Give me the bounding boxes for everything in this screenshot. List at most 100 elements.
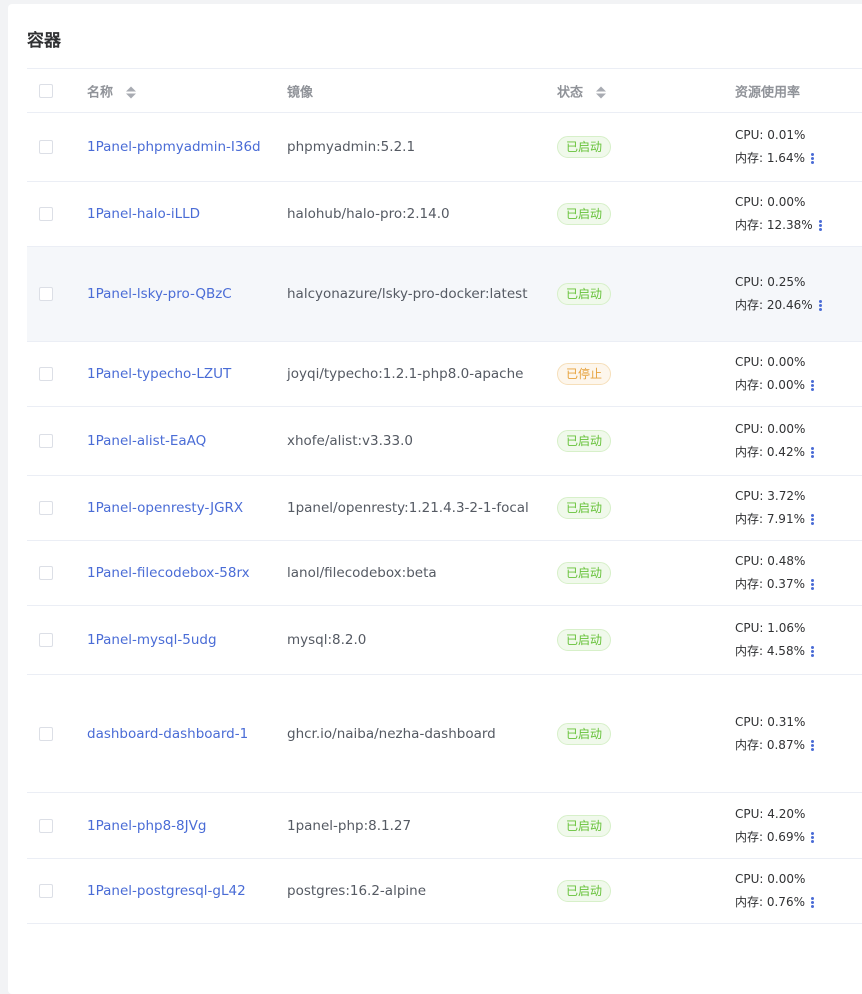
container-name-link[interactable]: 1Panel-php8-8JVg [87, 818, 206, 834]
container-image: joyqi/typecho:1.2.1-php8.0-apache [287, 366, 524, 382]
memory-usage-line: 内存: 0.42% [735, 441, 814, 464]
more-vertical-icon[interactable] [810, 380, 814, 391]
memory-usage: 内存: 7.91% [735, 512, 805, 526]
more-vertical-icon[interactable] [810, 897, 814, 908]
container-image: ghcr.io/naiba/nezha-dashboard [287, 725, 496, 742]
more-vertical-icon[interactable] [810, 831, 814, 843]
status-cell: 已启动 [557, 203, 612, 225]
container-name-link[interactable]: 1Panel-filecodebox-58rx [87, 565, 250, 581]
status-cell: 已启动 [557, 136, 612, 158]
container-image: postgres:16.2-alpine [287, 883, 427, 899]
cpu-usage: CPU: 0.00% [735, 195, 806, 209]
table-row: 1Panel-postgresql-gL42 postgres:16.2-alp… [27, 859, 862, 924]
column-header-image: 镜像 [287, 85, 314, 100]
table-row: 1Panel-lsky-pro-QBzC halcyonazure/lsky-p… [27, 247, 862, 342]
status-badge: 已启动 [557, 722, 612, 745]
row-checkbox[interactable] [39, 884, 53, 898]
memory-usage: 内存: 4.58% [735, 644, 805, 658]
more-vertical-icon[interactable] [810, 739, 814, 751]
container-name-link[interactable]: 1Panel-openresty-JGRX [87, 500, 243, 516]
cpu-usage: CPU: 0.48% [735, 554, 806, 568]
column-header-resource: 资源使用率 [735, 85, 801, 100]
select-all-checkbox[interactable] [39, 83, 53, 98]
cpu-usage: CPU: 0.25% [735, 275, 806, 289]
container-image: xhofe/alist:v3.33.0 [287, 433, 413, 449]
container-image: 1panel/openresty:1.21.4.3-2-1-focal [287, 500, 529, 516]
resource-usage: CPU: 0.25% 内存: 20.46% [735, 271, 822, 317]
container-name-link[interactable]: 1Panel-phpmyadmin-I36d [87, 139, 261, 155]
row-checkbox[interactable] [39, 207, 53, 221]
status-badge: 已启动 [557, 136, 612, 158]
memory-usage: 内存: 0.00% [735, 378, 805, 392]
cpu-usage: CPU: 0.00% [735, 422, 806, 436]
container-name-link[interactable]: 1Panel-postgresql-gL42 [87, 883, 246, 899]
memory-usage-line: 内存: 1.64% [735, 147, 814, 170]
resource-usage: CPU: 3.72% 内存: 7.91% [735, 485, 814, 531]
memory-usage: 内存: 0.42% [735, 445, 805, 459]
memory-usage-line: 内存: 12.38% [735, 214, 822, 237]
container-name-link[interactable]: dashboard-dashboard-1 [87, 726, 248, 742]
cpu-usage: CPU: 3.72% [735, 489, 806, 503]
container-image: halohub/halo-pro:2.14.0 [287, 206, 450, 222]
row-checkbox[interactable] [39, 633, 53, 647]
resource-usage: CPU: 0.00% 内存: 0.42% [735, 418, 814, 464]
container-name-link[interactable]: 1Panel-alist-EaAQ [87, 433, 206, 449]
container-image: lanol/filecodebox:beta [287, 565, 437, 581]
container-name-link[interactable]: 1Panel-mysql-5udg [87, 632, 217, 648]
column-header-status-label: 状态 [557, 85, 584, 100]
status-cell: 已启动 [557, 722, 612, 745]
column-header-status[interactable]: 状态 [557, 81, 606, 100]
resource-usage: CPU: 0.31% 内存: 0.87% [735, 711, 814, 757]
table-row: 1Panel-typecho-LZUT joyqi/typecho:1.2.1-… [27, 342, 862, 407]
row-checkbox[interactable] [39, 501, 53, 515]
row-checkbox[interactable] [39, 367, 53, 381]
row-checkbox[interactable] [39, 818, 53, 833]
status-badge: 已启动 [557, 203, 612, 225]
status-badge: 已启动 [557, 562, 612, 584]
sort-icon[interactable] [125, 86, 136, 99]
table-row: 1Panel-halo-iLLD halohub/halo-pro:2.14.0… [27, 182, 862, 247]
memory-usage: 内存: 0.37% [735, 577, 805, 591]
status-cell: 已启动 [557, 814, 612, 837]
table-header: 名称 镜像 状态 资源使用率 [27, 68, 862, 113]
row-checkbox[interactable] [39, 287, 53, 301]
memory-usage-line: 内存: 7.91% [735, 508, 814, 531]
row-checkbox[interactable] [39, 566, 53, 580]
container-name-link[interactable]: 1Panel-halo-iLLD [87, 206, 200, 222]
container-image: halcyonazure/lsky-pro-docker:latest [287, 286, 528, 302]
more-vertical-icon[interactable] [810, 447, 814, 458]
more-vertical-icon[interactable] [810, 514, 814, 525]
resource-usage: CPU: 0.00% 内存: 12.38% [735, 191, 822, 237]
containers-card: 容器 名称 镜像 状态 资源使用率 1Panel-phpmyadmin-I36d… [8, 4, 862, 994]
table-body: 1Panel-phpmyadmin-I36d phpmyadmin:5.2.1 … [27, 113, 862, 924]
container-name-link[interactable]: 1Panel-typecho-LZUT [87, 366, 231, 382]
more-vertical-icon[interactable] [810, 579, 814, 590]
more-vertical-icon[interactable] [818, 300, 822, 311]
row-checkbox[interactable] [39, 140, 53, 154]
memory-usage-line: 内存: 0.87% [735, 734, 814, 757]
more-vertical-icon[interactable] [810, 153, 814, 164]
status-cell: 已停止 [557, 363, 612, 385]
memory-usage-line: 内存: 0.76% [735, 891, 814, 914]
status-cell: 已启动 [557, 562, 612, 584]
column-header-name[interactable]: 名称 [87, 81, 136, 100]
row-checkbox[interactable] [39, 726, 53, 741]
sort-icon[interactable] [595, 86, 606, 99]
resource-usage: CPU: 0.01% 内存: 1.64% [735, 124, 814, 170]
status-badge: 已启动 [557, 283, 612, 305]
memory-usage: 内存: 0.69% [735, 829, 805, 844]
more-vertical-icon[interactable] [810, 646, 814, 657]
status-cell: 已启动 [557, 880, 612, 902]
table-row: dashboard-dashboard-1 ghcr.io/naiba/nezh… [27, 675, 862, 793]
resource-usage: CPU: 0.00% 内存: 0.00% [735, 351, 814, 397]
status-badge: 已启动 [557, 430, 612, 452]
more-vertical-icon[interactable] [818, 220, 822, 231]
container-name-link[interactable]: 1Panel-lsky-pro-QBzC [87, 286, 232, 302]
status-badge: 已启动 [557, 880, 612, 902]
memory-usage: 内存: 12.38% [735, 218, 813, 232]
table-row: 1Panel-alist-EaAQ xhofe/alist:v3.33.0 已启… [27, 407, 862, 476]
status-badge: 已启动 [557, 497, 612, 519]
memory-usage: 内存: 20.46% [735, 298, 813, 312]
row-checkbox[interactable] [39, 434, 53, 448]
containers-table: 名称 镜像 状态 资源使用率 1Panel-phpmyadmin-I36d ph… [27, 68, 862, 924]
